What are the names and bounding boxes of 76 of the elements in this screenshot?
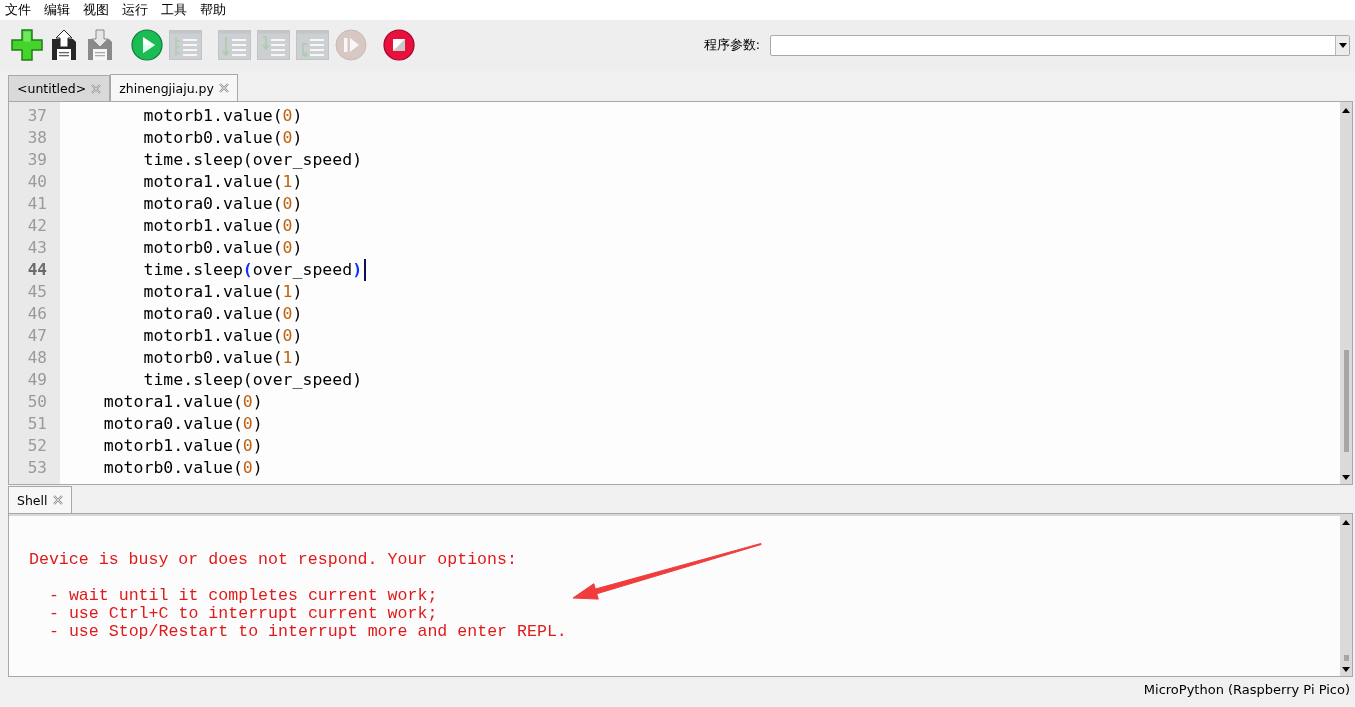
backend-label[interactable]: MicroPython (Raspberry Pi Pico)	[1143, 682, 1350, 697]
plus-icon	[11, 29, 43, 61]
error-message: Device is busy or does not respond. Your options:	[29, 551, 518, 569]
line-number: 44	[26, 259, 48, 281]
menu-item[interactable]: 视图	[83, 1, 109, 19]
menu-item[interactable]: 运行	[122, 1, 148, 19]
stop-icon	[383, 29, 415, 61]
code-line: time.sleep(over_speed)	[142, 369, 364, 391]
play-icon	[131, 29, 163, 61]
code-line: motora0.value(0)	[102, 413, 264, 435]
code-line: motora0.value(0)	[142, 193, 304, 215]
line-number: 38	[26, 127, 48, 149]
program-args-label: 程序参数:	[703, 36, 760, 54]
new-button[interactable]	[11, 29, 43, 61]
option-line: - wait until it completes current work;	[49, 587, 439, 605]
close-icon[interactable]	[91, 83, 102, 94]
tab-label: Shell	[17, 492, 48, 508]
line-number: 42	[26, 215, 48, 237]
line-number: 43	[26, 237, 48, 259]
line-number: 51	[26, 413, 48, 435]
scrollbar-thumb[interactable]	[1343, 655, 1349, 661]
caret-down-icon	[1338, 42, 1347, 48]
code-line: motorb1.value(0)	[142, 325, 304, 347]
line-number: 45	[26, 281, 48, 303]
load-button[interactable]	[49, 29, 79, 61]
vertical-scrollbar[interactable]	[1340, 102, 1352, 484]
tab-label: zhinengjiaju.py	[119, 80, 214, 96]
caret-up-icon[interactable]	[1342, 520, 1350, 525]
menu-item[interactable]: 工具	[161, 1, 187, 19]
code-line: motorb0.value(0)	[102, 457, 264, 479]
line-number: 41	[26, 193, 48, 215]
menu-item[interactable]: 文件	[5, 1, 31, 19]
line-number: 39	[26, 149, 48, 171]
code-line: time.sleep(over_speed)	[64, 259, 367, 281]
stop-button[interactable]	[383, 29, 415, 61]
close-icon[interactable]	[52, 495, 63, 505]
line-number: 53	[26, 457, 48, 479]
floppy-arrow-up-icon	[51, 29, 77, 61]
program-args-field[interactable]	[770, 34, 1350, 56]
caret-down-icon[interactable]	[1342, 667, 1350, 672]
option-line: - use Ctrl+C to interrupt current work;	[49, 605, 439, 623]
editor-tab[interactable]: <untitled>	[8, 75, 111, 101]
line-number: 37	[26, 105, 48, 127]
scrollbar-thumb[interactable]	[1343, 350, 1349, 452]
code-line: time.sleep(over_speed)	[142, 149, 364, 171]
run-button[interactable]	[131, 29, 163, 61]
menu-item[interactable]: 帮助	[200, 1, 226, 19]
code-line: motorb0.value(0)	[142, 237, 304, 259]
caret-down-icon[interactable]	[1342, 475, 1350, 480]
dropdown-button[interactable]	[1335, 35, 1349, 55]
floppy-arrow-down-icon	[87, 29, 113, 61]
code-line: motora1.value(1)	[142, 171, 304, 193]
caret-up-icon[interactable]	[1342, 108, 1350, 113]
code-line: motora1.value(1)	[142, 281, 304, 303]
code-line: motorb1.value(0)	[142, 105, 304, 127]
line-number: 40	[26, 171, 48, 193]
menu-item[interactable]: 编辑	[44, 1, 70, 19]
code-line: motorb1.value(0)	[102, 435, 264, 457]
code-line: motora0.value(0)	[142, 303, 304, 325]
line-number: 50	[26, 391, 48, 413]
line-number: 49	[26, 369, 48, 391]
line-number: 46	[26, 303, 48, 325]
option-line: - use Stop/Restart to interrupt more and enter REPL.	[49, 623, 568, 641]
tab-label: <untitled>	[17, 81, 87, 96]
code-line: motorb0.value(1)	[142, 347, 304, 369]
line-number: 48	[26, 347, 48, 369]
vertical-scrollbar[interactable]	[1340, 514, 1352, 676]
line-number: 52	[26, 435, 48, 457]
shell-tab[interactable]: Shell	[8, 486, 72, 513]
line-number: 47	[26, 325, 48, 347]
close-icon[interactable]	[218, 83, 229, 93]
code-line: motorb0.value(0)	[142, 127, 304, 149]
code-line: motora1.value(0)	[102, 391, 264, 413]
play-pause-icon	[335, 29, 367, 61]
code-line: motorb1.value(0)	[142, 215, 304, 237]
editor-tab[interactable]: zhinengjiaju.py	[110, 74, 238, 101]
